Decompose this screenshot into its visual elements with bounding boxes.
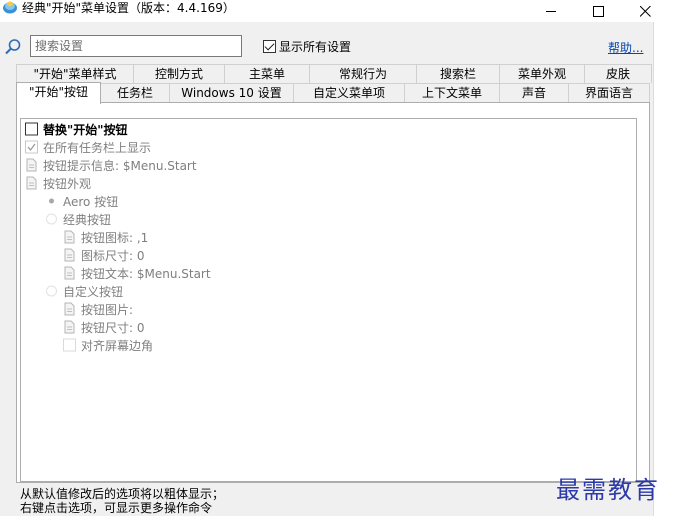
status-hint: 从默认值修改后的选项将以粗体显示； 右键点击选项，可显示更多操作命令 xyxy=(20,487,224,515)
tree-item-label: 按钮文本: $Menu.Start xyxy=(81,266,211,281)
close-button[interactable] xyxy=(622,0,668,22)
tree-item[interactable]: 按钮图标: ,1 xyxy=(63,228,148,246)
tab-windows10[interactable]: Windows 10 设置 xyxy=(169,83,294,102)
tree-item[interactable]: 按钮外观 xyxy=(25,174,91,192)
tree-item-label: 经典按钮 xyxy=(63,212,112,227)
tab-label: 声音 xyxy=(521,86,546,100)
tab-label: 上下文菜单 xyxy=(421,86,482,100)
tab-label: 菜单外观 xyxy=(517,67,566,81)
minimize-button[interactable] xyxy=(528,0,574,22)
tree-item[interactable]: 按钮文本: $Menu.Start xyxy=(63,264,211,282)
tab-label: "开始"按钮 xyxy=(28,85,89,99)
tree-item[interactable]: 自定义按钮 xyxy=(45,282,123,300)
tab-language[interactable]: 界面语言 xyxy=(568,83,650,102)
tree-item-label: 按钮提示信息: $Menu.Start xyxy=(43,158,197,173)
tab-start-button[interactable]: "开始"按钮 xyxy=(16,82,101,104)
tree-item[interactable]: 在所有任务栏上显示 xyxy=(25,138,151,156)
tab-main-menu[interactable]: 主菜单 xyxy=(224,64,310,83)
doc-icon xyxy=(63,230,76,244)
search-row: 显示所有设置 帮助... xyxy=(0,33,653,59)
tree-item-label: 图标尺寸: 0 xyxy=(81,248,145,263)
maximize-button[interactable] xyxy=(575,0,621,22)
show-all-settings-checkbox[interactable] xyxy=(263,40,276,53)
tab-taskbar[interactable]: 任务栏 xyxy=(100,83,170,102)
window-title: 经典"开始"菜单设置（版本：4.4.169） xyxy=(22,1,235,15)
radio[interactable] xyxy=(45,194,58,208)
tree-item-label: 在所有任务栏上显示 xyxy=(43,140,152,155)
tab-custom-menu-items[interactable]: 自定义菜单项 xyxy=(293,83,405,102)
doc-icon xyxy=(25,158,38,172)
tab-search-box[interactable]: 搜索栏 xyxy=(416,64,500,83)
tab-sounds[interactable]: 声音 xyxy=(499,83,569,102)
checkbox[interactable] xyxy=(63,338,76,352)
window-edge xyxy=(653,22,680,516)
tree-item[interactable]: 对齐屏幕边角 xyxy=(63,336,153,354)
tab-skin[interactable]: 皮肤 xyxy=(584,64,652,83)
status-line: 右键点击选项，可显示更多操作命令 xyxy=(20,501,213,515)
search-input[interactable] xyxy=(30,35,242,57)
doc-icon xyxy=(25,176,38,190)
radio[interactable] xyxy=(45,284,58,298)
tab-context-menu[interactable]: 上下文菜单 xyxy=(404,83,500,102)
show-all-settings-toggle[interactable]: 显示所有设置 xyxy=(263,38,351,55)
tree-item[interactable]: 按钮提示信息: $Menu.Start xyxy=(25,156,197,174)
minimize-icon xyxy=(545,10,556,12)
tab-label: 任务栏 xyxy=(116,86,153,100)
tab-label: 控制方式 xyxy=(154,67,203,81)
tree-item-label: Aero 按钮 xyxy=(63,194,119,209)
tree-item-label: 自定义按钮 xyxy=(63,284,124,299)
doc-icon xyxy=(63,302,76,316)
doc-icon xyxy=(63,266,76,280)
tab-start-menu-style[interactable]: "开始"菜单样式 xyxy=(16,64,134,83)
search-icon xyxy=(4,38,22,56)
tab-label: 搜索栏 xyxy=(439,67,476,81)
tree-item[interactable]: 按钮尺寸: 0 xyxy=(63,318,145,336)
help-link[interactable]: 帮助... xyxy=(608,39,643,56)
tree-item-label: 替换"开始"按钮 xyxy=(43,122,128,137)
tree-item-label: 按钮尺寸: 0 xyxy=(81,320,145,335)
settings-tree[interactable]: 替换"开始"按钮 在所有任务栏上显示 按钮提示信息: $Menu.Start 按… xyxy=(20,118,637,482)
tab-label: Windows 10 设置 xyxy=(181,86,282,100)
tab-label: 皮肤 xyxy=(605,67,630,81)
tree-item[interactable]: 按钮图片: xyxy=(63,300,133,318)
tab-control[interactable]: 控制方式 xyxy=(133,64,225,83)
doc-icon xyxy=(63,320,76,334)
tree-item[interactable]: 替换"开始"按钮 xyxy=(25,120,128,138)
radio[interactable] xyxy=(45,212,58,226)
app-shell-icon xyxy=(2,0,18,14)
checkbox[interactable] xyxy=(25,140,38,154)
tab-label: 自定义菜单项 xyxy=(312,86,385,100)
tree-item[interactable]: 图标尺寸: 0 xyxy=(63,246,145,264)
tree-item[interactable]: Aero 按钮 xyxy=(45,192,118,210)
status-line: 从默认值修改后的选项将以粗体显示； xyxy=(20,487,225,501)
tabs-bottom-row: "开始"按钮 任务栏 Windows 10 设置 自定义菜单项 上下文菜单 声音… xyxy=(16,82,650,104)
doc-icon xyxy=(63,248,76,262)
tab-general-behavior[interactable]: 常规行为 xyxy=(309,64,417,83)
maximize-icon xyxy=(592,5,604,17)
close-icon xyxy=(639,5,651,17)
title-bar: 经典"开始"菜单设置（版本：4.4.169） xyxy=(0,0,680,22)
tab-menu-look[interactable]: 菜单外观 xyxy=(499,64,585,83)
tab-label: 主菜单 xyxy=(248,67,285,81)
tabs-top-row: "开始"菜单样式 控制方式 主菜单 常规行为 搜索栏 菜单外观 皮肤 xyxy=(16,64,652,83)
tab-label: "开始"菜单样式 xyxy=(33,67,117,81)
settings-window: 经典"开始"菜单设置（版本：4.4.169） 显示所有设置 帮助... "开始"… xyxy=(0,0,680,516)
tree-item-label: 按钮图标: ,1 xyxy=(81,230,149,245)
tab-label: 常规行为 xyxy=(338,67,387,81)
tree-item-label: 按钮图片: xyxy=(81,302,134,317)
tab-label: 界面语言 xyxy=(584,86,633,100)
tree-item[interactable]: 经典按钮 xyxy=(45,210,111,228)
checkbox[interactable] xyxy=(25,122,38,136)
watermark: 最需教育 xyxy=(556,476,660,504)
tree-item-label: 按钮外观 xyxy=(43,176,92,191)
show-all-settings-label: 显示所有设置 xyxy=(279,40,352,54)
tree-item-label: 对齐屏幕边角 xyxy=(81,338,154,353)
